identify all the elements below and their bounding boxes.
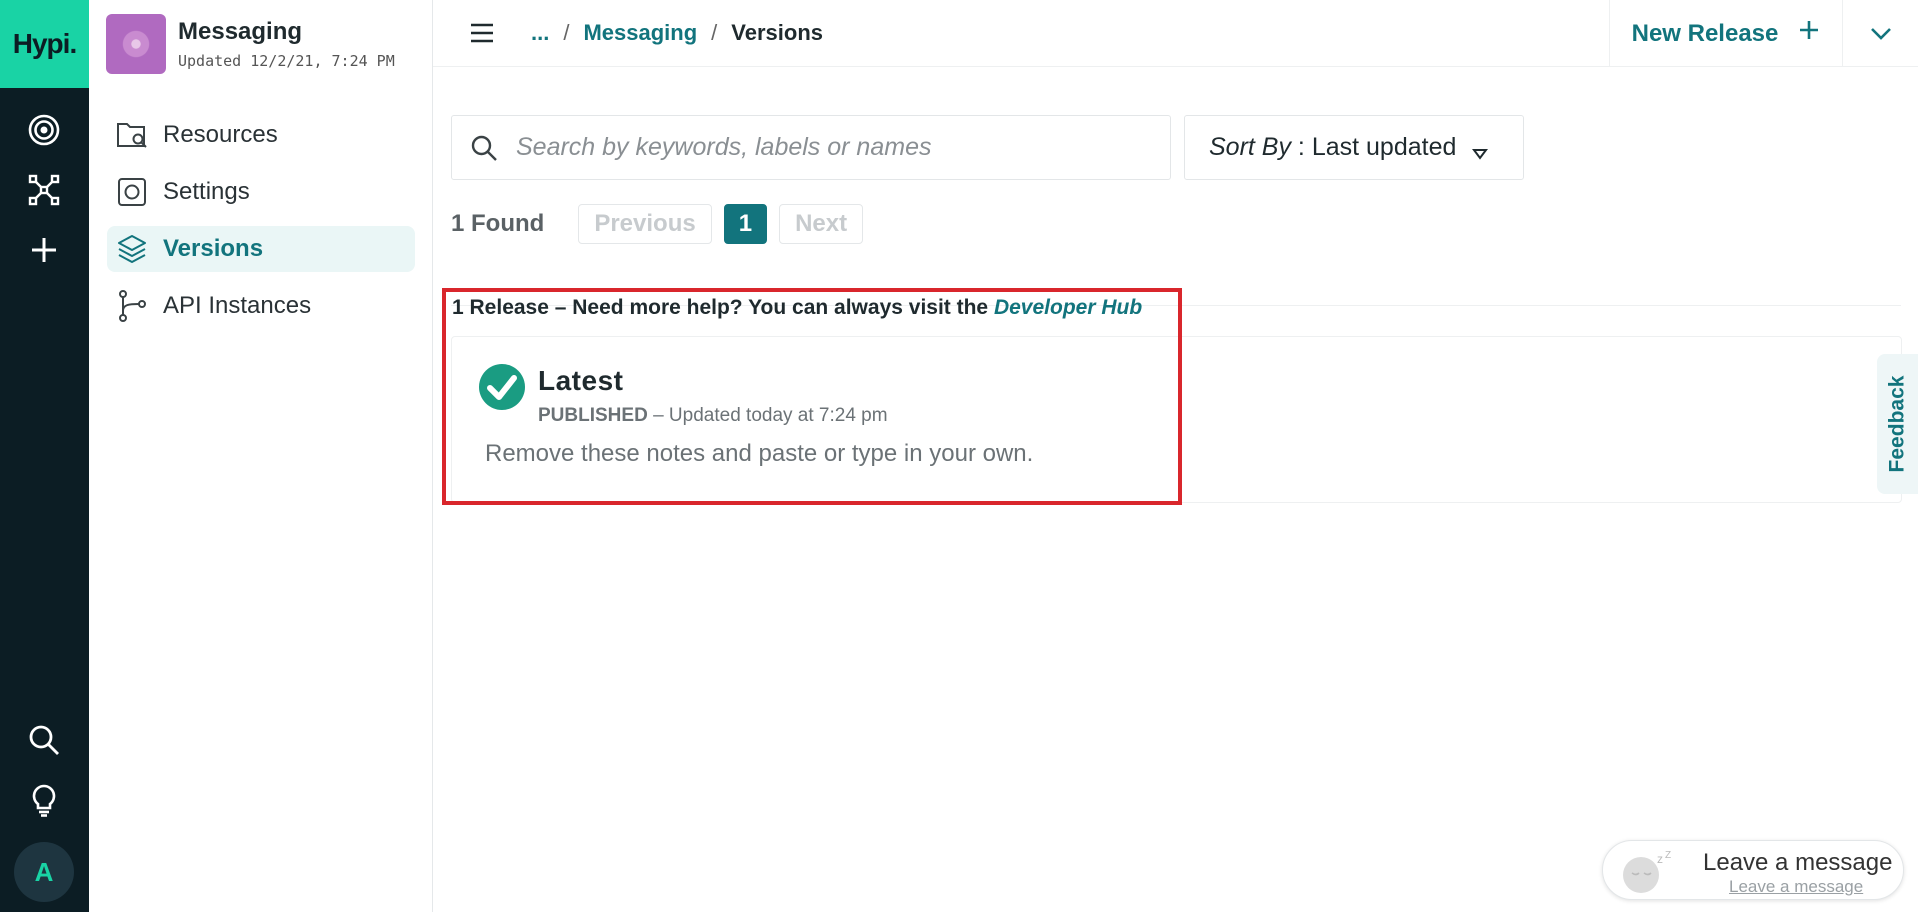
- sidebar-item-label: Versions: [163, 235, 264, 262]
- new-release-label: New Release: [1631, 19, 1779, 47]
- target-icon[interactable]: [24, 110, 64, 150]
- chevron-down-icon[interactable]: [1842, 0, 1918, 67]
- breadcrumb-messaging[interactable]: Messaging: [583, 20, 697, 46]
- pagination: 1 Found Previous 1 Next: [451, 204, 864, 244]
- sidebar-item-label: Settings: [163, 178, 250, 205]
- app-thumbnail[interactable]: [106, 14, 166, 74]
- breadcrumb: ... / Messaging / Versions: [531, 20, 823, 46]
- sort-dropdown[interactable]: Sort By : Last updated: [1184, 115, 1524, 180]
- app-rail: Hypi. A: [0, 0, 89, 912]
- sidebar-item-label: API Instances: [163, 292, 312, 319]
- sidebar-item-settings[interactable]: Settings: [107, 169, 415, 215]
- caret-down-icon: [1472, 140, 1489, 160]
- breadcrumb-ellipsis[interactable]: ...: [531, 20, 549, 46]
- sidebar-nav: Resources Settings Versions API Instance…: [107, 112, 415, 340]
- lightbulb-icon[interactable]: [24, 780, 64, 820]
- app-updated-timestamp: Updated 12/2/21, 7:24 PM: [178, 52, 395, 70]
- breadcrumb-separator: /: [711, 20, 718, 45]
- menu-icon[interactable]: [469, 20, 495, 46]
- feedback-tab[interactable]: Feedback: [1877, 354, 1918, 494]
- hypi-logo[interactable]: Hypi.: [0, 0, 89, 88]
- feedback-label: Feedback: [1885, 375, 1909, 473]
- sidebar-item-label: Resources: [163, 121, 278, 148]
- top-bar: ... / Messaging / Versions New Release: [433, 0, 1918, 67]
- sort-label: Sort By: [1209, 133, 1291, 161]
- results-count: 1 Found: [451, 210, 545, 237]
- breadcrumb-separator: /: [563, 20, 570, 45]
- chat-link[interactable]: Leave a message: [1729, 877, 1863, 897]
- sidebar-item-versions[interactable]: Versions: [107, 226, 415, 272]
- search-box: [451, 115, 1171, 180]
- next-button[interactable]: Next: [779, 204, 864, 244]
- chat-widget[interactable]: zZ Leave a message Leave a message: [1602, 840, 1904, 900]
- previous-button[interactable]: Previous: [578, 204, 712, 244]
- chat-title: Leave a message: [1703, 849, 1893, 876]
- layers-icon: [115, 232, 149, 266]
- sidebar-item-api-instances[interactable]: API Instances: [107, 283, 415, 329]
- breadcrumb-current: Versions: [731, 20, 824, 45]
- sort-separator: :: [1290, 133, 1312, 161]
- search-icon[interactable]: [24, 720, 64, 760]
- user-avatar[interactable]: A: [14, 842, 74, 902]
- plus-icon: [1798, 19, 1820, 48]
- network-icon[interactable]: [24, 170, 64, 210]
- add-icon[interactable]: [24, 230, 64, 270]
- sidebar: Messaging Updated 12/2/21, 7:24 PM Resou…: [89, 0, 433, 912]
- folder-search-icon: [115, 118, 149, 152]
- app-name: Messaging: [178, 18, 303, 45]
- search-input[interactable]: [516, 133, 1136, 162]
- sort-value: Last updated: [1311, 133, 1457, 161]
- settings-icon: [115, 175, 149, 209]
- git-branch-icon: [115, 289, 149, 323]
- search-icon: [470, 134, 498, 162]
- svg-text:Z: Z: [1665, 850, 1671, 861]
- highlight-box: [442, 288, 1182, 505]
- new-release-button[interactable]: New Release: [1609, 0, 1842, 67]
- svg-text:z: z: [1657, 852, 1663, 866]
- page-1-button[interactable]: 1: [723, 204, 768, 244]
- sleeping-face-icon: zZ: [1617, 849, 1677, 895]
- sidebar-item-resources[interactable]: Resources: [107, 112, 415, 158]
